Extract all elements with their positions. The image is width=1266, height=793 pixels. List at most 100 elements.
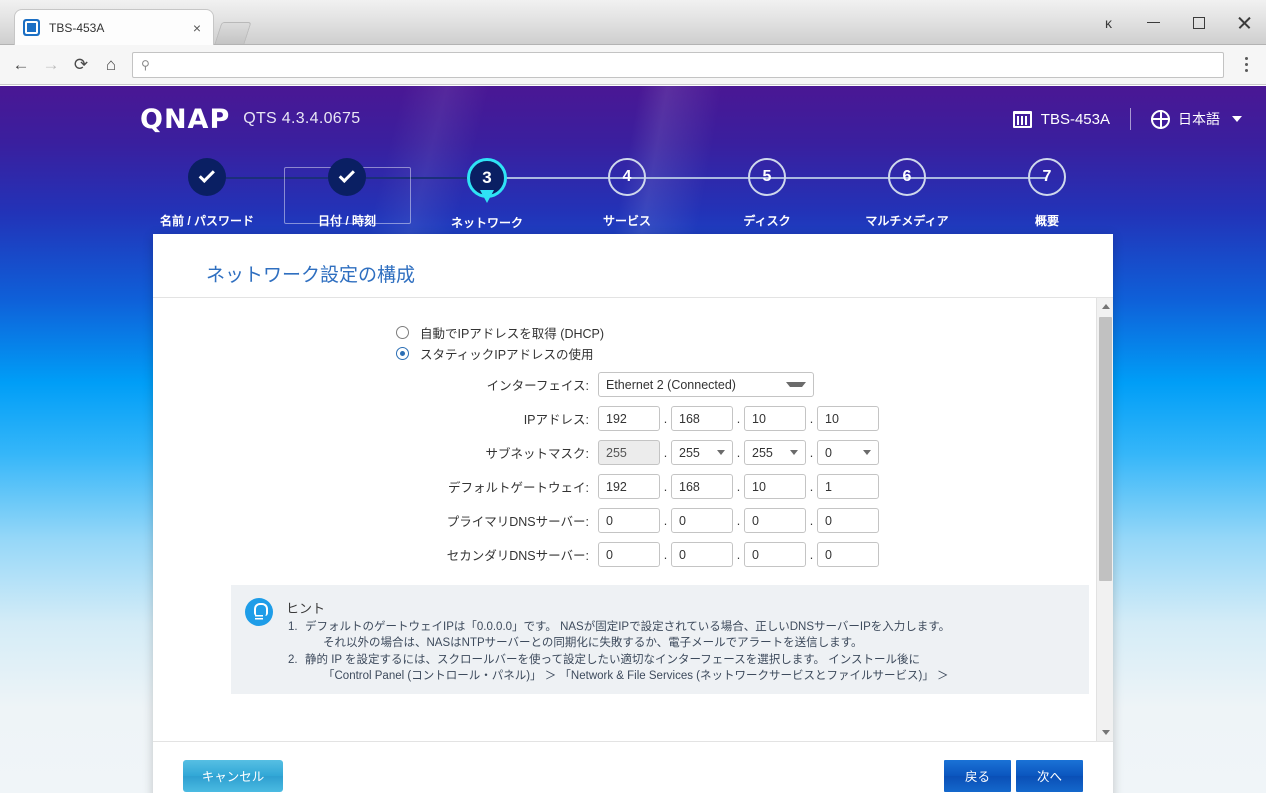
close-tab-icon[interactable]: × bbox=[189, 20, 205, 36]
octet-separator: . bbox=[660, 412, 671, 426]
card-body: 自動でIPアドレスを取得 (DHCP) スタティックIPアドレスの使用 インター… bbox=[153, 298, 1113, 741]
octet-value: 0 bbox=[825, 548, 832, 562]
octet-input[interactable]: 0 bbox=[671, 542, 733, 567]
octet-separator: . bbox=[733, 412, 744, 426]
octet-input[interactable]: 168 bbox=[671, 474, 733, 499]
step-6-bubble: 6 bbox=[888, 158, 926, 196]
step-5-label: ディスク bbox=[743, 212, 790, 229]
content-scrollbar[interactable] bbox=[1096, 298, 1113, 741]
footer-nav-buttons: 戻る 次へ bbox=[944, 760, 1083, 792]
octet-input[interactable]: 0 bbox=[744, 508, 806, 533]
radio-option-dhcp[interactable]: 自動でIPアドレスを取得 (DHCP) bbox=[396, 322, 1113, 342]
octet-group: 255.255.255.0 bbox=[598, 440, 879, 465]
card-footer: キャンセル 戻る 次へ bbox=[153, 741, 1113, 793]
step-4[interactable]: 4サービス bbox=[557, 158, 697, 229]
search-icon: ⚲ bbox=[141, 58, 150, 72]
scroll-down-icon[interactable] bbox=[1097, 724, 1113, 741]
scroll-up-icon[interactable] bbox=[1097, 298, 1113, 315]
octet-value: 255 bbox=[606, 446, 627, 460]
step-1-label: 名前 / パスワード bbox=[160, 212, 254, 229]
octet-input: 255 bbox=[598, 440, 660, 465]
step-7[interactable]: 7概要 bbox=[977, 158, 1117, 229]
next-button[interactable]: 次へ bbox=[1016, 760, 1083, 792]
reload-icon[interactable]: ⟳ bbox=[66, 50, 96, 80]
check-icon bbox=[338, 167, 354, 183]
language-label[interactable]: 日本語 bbox=[1178, 109, 1220, 129]
hint-item-1-line-1: デフォルトのゲートウェイIPは「0.0.0.0」です。 NASが固定IPで設定さ… bbox=[305, 621, 950, 633]
octet-input[interactable]: 0 bbox=[671, 508, 733, 533]
radio-option-static[interactable]: スタティックIPアドレスの使用 bbox=[396, 343, 1113, 363]
field-row: デフォルトゲートウェイ:192.168.10.1 bbox=[153, 474, 1113, 499]
octet-separator: . bbox=[733, 446, 744, 460]
octet-value: 0 bbox=[752, 548, 759, 562]
chevron-down-icon bbox=[863, 450, 871, 455]
octet-input[interactable]: 255 bbox=[671, 440, 733, 465]
octet-input[interactable]: 0 bbox=[598, 508, 660, 533]
octet-input[interactable]: 192 bbox=[598, 406, 660, 431]
octet-input[interactable]: 192 bbox=[598, 474, 660, 499]
octet-separator: . bbox=[660, 480, 671, 494]
hint-item-2: 静的 IP を設定するには、スクロールバーを使って設定したい適切なインターフェー… bbox=[286, 652, 1075, 684]
step-5-bubble: 5 bbox=[748, 158, 786, 196]
octet-separator: . bbox=[806, 548, 817, 562]
radio-static-input[interactable] bbox=[396, 347, 409, 360]
address-bar[interactable]: ⚲ bbox=[132, 52, 1224, 78]
back-icon[interactable]: ← bbox=[6, 50, 36, 80]
new-tab-button[interactable] bbox=[214, 22, 251, 44]
field-label: デフォルトゲートウェイ: bbox=[153, 477, 598, 496]
step-2[interactable]: 日付 / 時刻 bbox=[277, 158, 417, 229]
scrollbar-thumb[interactable] bbox=[1099, 317, 1112, 581]
field-row: IPアドレス:192.168.10.10 bbox=[153, 406, 1113, 431]
hint-title: ヒント bbox=[286, 598, 1075, 617]
step-2-label: 日付 / 時刻 bbox=[318, 212, 376, 229]
octet-value: 0 bbox=[752, 514, 759, 528]
hint-item-1-line-2: それ以外の場合は、NASはNTPサーバーとの同期化に失敗するか、電子メールでアラ… bbox=[305, 635, 1075, 651]
interface-row: インターフェイス: Ethernet 2 (Connected) bbox=[153, 372, 1113, 397]
octet-input[interactable]: 0 bbox=[817, 440, 879, 465]
qnap-favicon-icon bbox=[23, 19, 40, 36]
radio-dhcp-input[interactable] bbox=[396, 326, 409, 339]
octet-value: 0 bbox=[606, 514, 613, 528]
maximize-button[interactable] bbox=[1176, 0, 1221, 45]
octet-input[interactable]: 255 bbox=[744, 440, 806, 465]
window-k-icon[interactable]: ĸ bbox=[1086, 0, 1131, 45]
nas-device-icon bbox=[1013, 111, 1032, 128]
octet-group: 192.168.10.10 bbox=[598, 406, 879, 431]
field-label: IPアドレス: bbox=[153, 409, 598, 428]
octet-input[interactable]: 10 bbox=[817, 406, 879, 431]
qts-version: QTS 4.3.4.0675 bbox=[243, 110, 360, 128]
field-row: サブネットマスク:255.255.255.0 bbox=[153, 440, 1113, 465]
octet-input[interactable]: 1 bbox=[817, 474, 879, 499]
octet-input[interactable]: 0 bbox=[744, 542, 806, 567]
step-5[interactable]: 5 ディスク bbox=[697, 158, 837, 229]
browser-toolbar: ← → ⟳ ⌂ ⚲ bbox=[0, 45, 1266, 85]
octet-value: 10 bbox=[825, 412, 839, 426]
step-2-bubble bbox=[328, 158, 366, 196]
chevron-down-icon[interactable] bbox=[1232, 116, 1242, 122]
step-3[interactable]: 3ネットワーク bbox=[417, 158, 557, 231]
cancel-button[interactable]: キャンセル bbox=[183, 760, 283, 792]
octet-input[interactable]: 10 bbox=[744, 474, 806, 499]
octet-value: 168 bbox=[679, 480, 700, 494]
octet-input[interactable]: 0 bbox=[817, 508, 879, 533]
minimize-button[interactable] bbox=[1131, 0, 1176, 45]
octet-input[interactable]: 168 bbox=[671, 406, 733, 431]
octet-input[interactable]: 0 bbox=[817, 542, 879, 567]
step-1[interactable]: 名前 / パスワード bbox=[137, 158, 277, 229]
forward-icon[interactable]: → bbox=[36, 50, 66, 80]
home-icon[interactable]: ⌂ bbox=[96, 50, 126, 80]
close-window-button[interactable] bbox=[1221, 0, 1266, 45]
octet-input[interactable]: 0 bbox=[598, 542, 660, 567]
browser-menu-icon[interactable] bbox=[1232, 50, 1260, 80]
step-6-label: マルチメディア bbox=[865, 212, 948, 229]
octet-input[interactable]: 10 bbox=[744, 406, 806, 431]
octet-group: 192.168.10.1 bbox=[598, 474, 879, 499]
step-6[interactable]: 6 マルチメディア bbox=[837, 158, 977, 229]
octet-value: 1 bbox=[825, 480, 832, 494]
browser-tab[interactable]: TBS-453A × bbox=[14, 9, 214, 45]
field-row: プライマリDNSサーバー:0.0.0.0 bbox=[153, 508, 1113, 533]
step-1-bubble bbox=[188, 158, 226, 196]
field-label: サブネットマスク: bbox=[153, 443, 598, 462]
back-button[interactable]: 戻る bbox=[944, 760, 1011, 792]
interface-select[interactable]: Ethernet 2 (Connected) bbox=[598, 372, 814, 397]
